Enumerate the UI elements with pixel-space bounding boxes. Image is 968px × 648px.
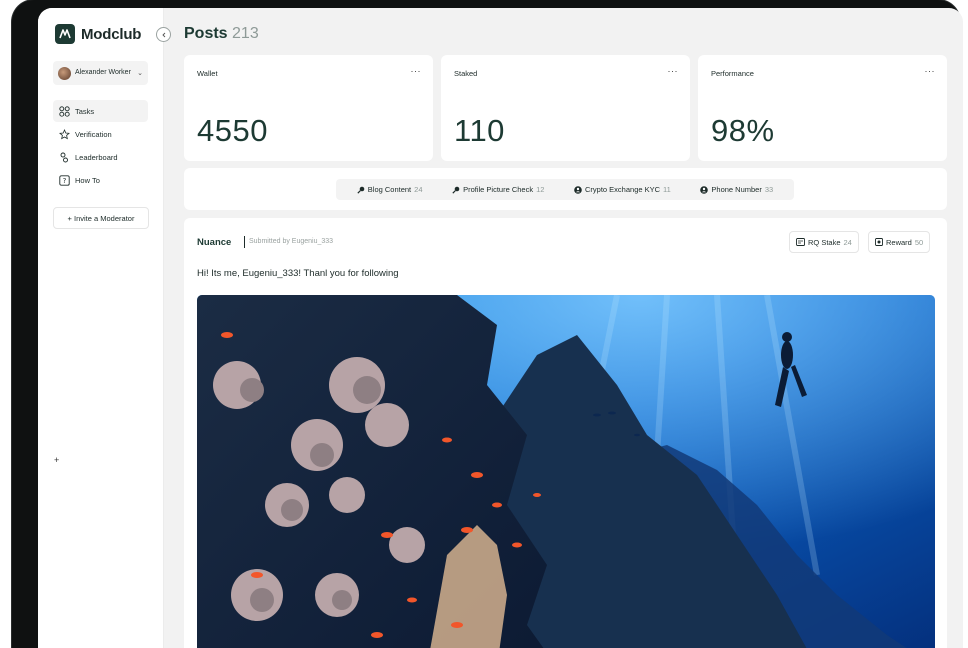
sidebar-item-label: Tasks [75,106,95,116]
filter-phone-number[interactable]: Phone Number 33 [700,185,773,194]
brand-logo[interactable]: Modclub [55,24,141,44]
sidebar-item-label: How To [75,175,100,185]
post-image[interactable] [197,295,935,648]
page-title-text: Posts [184,25,228,42]
post-submitted-by: Submitted by Eugeniu_333 [249,238,334,245]
filter-label: Blog Content [367,185,412,194]
help-icon: ? [59,174,70,186]
modclub-logo-icon [55,24,75,44]
filter-profile-picture-check[interactable]: Profile Picture Check 12 [452,185,544,194]
reward-icon [875,238,883,246]
filters-bar: Blog Content 24 Profile Picture Check 12… [184,168,947,210]
sidebar-item-tasks[interactable]: Tasks [53,100,148,122]
filter-label: Crypto Exchange KYC [585,185,661,194]
device-frame: Modclub Alexander Worker ⌄ Tasks Verific… [12,0,963,648]
post-count: 213 [232,25,259,42]
sidebar-item-how-to[interactable]: ? How To [53,169,148,191]
main-content: Posts 213 Wallet ··· 4550 Staked ··· 110… [184,8,963,648]
sidebar-nav: Tasks Verification Leaderboard ? How To [53,100,148,192]
sidebar-item-verification[interactable]: Verification [53,123,148,145]
filter-blog-content[interactable]: Blog Content 24 [357,185,423,194]
user-circle-icon [574,185,582,194]
user-name: Alexander Worker [75,69,131,77]
search-icon [357,186,365,194]
page-title: Posts 213 [184,25,259,43]
collapse-sidebar-button[interactable] [156,27,171,42]
more-icon[interactable]: ··· [668,66,679,76]
stat-value: 110 [454,113,505,148]
filter-label: Profile Picture Check [463,185,534,194]
reward-button[interactable]: Reward 50 [868,231,931,253]
verification-icon [59,128,70,140]
stat-label: Staked [454,69,478,78]
filter-count: 33 [764,185,774,194]
filter-group: Blog Content 24 Profile Picture Check 12… [336,179,794,200]
filter-count: 12 [536,185,545,194]
underwater-reef-image [197,295,935,648]
tasks-icon [59,105,70,117]
sidebar-item-label: Verification [75,129,112,139]
wallet-card: Wallet ··· 4550 [184,55,433,161]
rq-stake-value: 24 [843,237,852,247]
reward-label: Reward [886,237,912,247]
chevron-left-icon [161,32,165,37]
filter-label: Phone Number [711,185,762,194]
reward-value: 50 [914,237,924,247]
sidebar-item-leaderboard[interactable]: Leaderboard [53,146,148,168]
sidebar-item-label: Leaderboard [75,152,118,162]
user-circle-icon [700,185,709,194]
more-icon[interactable]: ··· [925,66,936,76]
divider [244,236,245,248]
add-button[interactable]: + [54,455,59,465]
svg-text:?: ? [63,177,67,185]
filter-count: 24 [414,185,423,194]
avatar [58,66,71,80]
app-screen: Modclub Alexander Worker ⌄ Tasks Verific… [38,8,963,648]
rq-stake-label: RQ Stake [808,237,841,247]
post-card: Nuance Submitted by Eugeniu_333 RQ Stake… [184,218,947,648]
brand-name: Modclub [81,25,142,43]
stat-label: Wallet [197,69,218,78]
performance-card: Performance ··· 98% [698,55,947,161]
chevron-down-icon: ⌄ [137,70,143,77]
leaderboard-icon [59,152,70,163]
user-menu[interactable]: Alexander Worker ⌄ [53,61,148,85]
sidebar: Modclub Alexander Worker ⌄ Tasks Verific… [38,8,164,648]
more-icon[interactable]: ··· [411,66,422,76]
invite-moderator-button[interactable]: + Invite a Moderator [53,207,149,229]
post-text: Hi! Its me, Eugeniu_333! Thanl you for f… [197,268,399,279]
search-icon [452,186,460,194]
post-author[interactable]: Nuance [197,237,231,248]
stat-label: Performance [711,69,754,78]
stake-icon [796,238,805,246]
stat-value: 98% [711,113,775,148]
staked-card: Staked ··· 110 [441,55,690,161]
rq-stake-button[interactable]: RQ Stake 24 [789,231,859,253]
filter-count: 11 [663,185,671,194]
filter-crypto-exchange-kyc[interactable]: Crypto Exchange KYC 11 [574,185,671,194]
stat-value: 4550 [197,113,268,148]
